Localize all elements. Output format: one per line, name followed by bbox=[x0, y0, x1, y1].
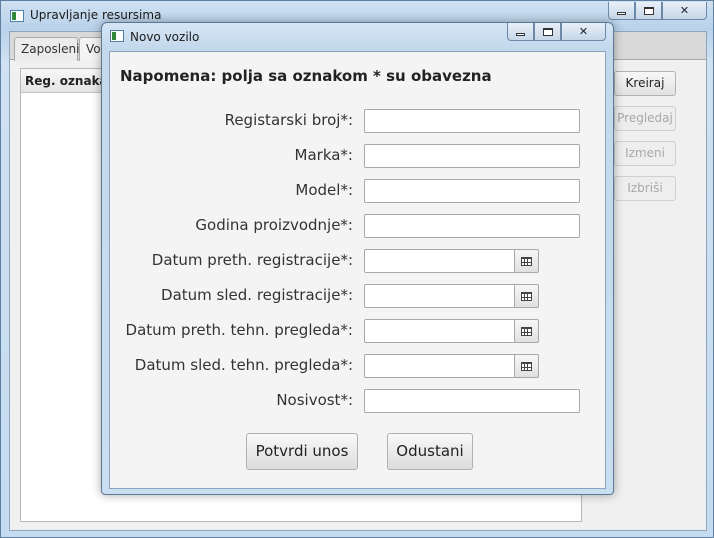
create-button[interactable]: Kreiraj bbox=[614, 71, 676, 96]
minimize-icon bbox=[516, 33, 525, 36]
calendar-icon bbox=[521, 256, 532, 266]
edit-button[interactable]: Izmeni bbox=[614, 141, 676, 166]
next-registration-calendar-button[interactable] bbox=[514, 284, 539, 308]
maximize-icon bbox=[643, 6, 654, 15]
brand-label: Marka*: bbox=[294, 146, 353, 164]
maximize-icon bbox=[542, 27, 553, 36]
required-fields-note: Napomena: polja sa oznakom * su obavezna bbox=[120, 67, 492, 85]
delete-button[interactable]: Izbriši bbox=[614, 176, 676, 201]
prev-registration-label: Datum preth. registracije*: bbox=[151, 251, 353, 269]
next-registration-label: Datum sled. registracije*: bbox=[161, 286, 353, 304]
reg-number-label: Registarski broj*: bbox=[224, 111, 353, 129]
form-row-production-year: Godina proizvodnje*: bbox=[110, 214, 607, 238]
form-row-reg-number: Registarski broj*: bbox=[110, 109, 607, 133]
dialog-close-button[interactable]: ✕ bbox=[561, 23, 606, 41]
dialog-window-icon bbox=[110, 30, 124, 42]
form-row-next-inspection: Datum sled. tehn. pregleda*: bbox=[110, 354, 607, 378]
form-row-prev-inspection: Datum preth. tehn. pregleda*: bbox=[110, 319, 607, 343]
view-button[interactable]: Pregledaj bbox=[614, 106, 676, 131]
app-window-icon bbox=[10, 10, 24, 22]
model-label: Model*: bbox=[295, 181, 353, 199]
minimize-icon bbox=[617, 12, 626, 15]
confirm-entry-button[interactable]: Potvrdi unos bbox=[246, 433, 358, 470]
close-button[interactable]: ✕ bbox=[662, 2, 707, 20]
form-row-capacity: Nosivost*: bbox=[110, 389, 607, 413]
capacity-input[interactable] bbox=[364, 389, 580, 413]
form-row-brand: Marka*: bbox=[110, 144, 607, 168]
dialog-caption-buttons: ✕ bbox=[507, 23, 606, 41]
capacity-label: Nosivost*: bbox=[276, 391, 353, 409]
prev-registration-date-input[interactable] bbox=[364, 249, 515, 273]
production-year-input[interactable] bbox=[364, 214, 580, 238]
tab-zaposleni[interactable]: Zaposleni bbox=[14, 37, 79, 61]
form-row-prev-registration: Datum preth. registracije*: bbox=[110, 249, 607, 273]
brand-input[interactable] bbox=[364, 144, 580, 168]
dialog-minimize-button[interactable] bbox=[507, 23, 534, 41]
prev-inspection-calendar-button[interactable] bbox=[514, 319, 539, 343]
next-inspection-calendar-button[interactable] bbox=[514, 354, 539, 378]
prev-registration-calendar-button[interactable] bbox=[514, 249, 539, 273]
next-registration-date-input[interactable] bbox=[364, 284, 515, 308]
next-inspection-date-input[interactable] bbox=[364, 354, 515, 378]
maximize-button[interactable] bbox=[635, 2, 662, 20]
main-caption-buttons: ✕ bbox=[608, 2, 707, 20]
model-input[interactable] bbox=[364, 179, 580, 203]
calendar-icon bbox=[521, 291, 532, 301]
dialog-title-bar[interactable]: Novo vozilo ✕ bbox=[102, 23, 613, 49]
form-row-model: Model*: bbox=[110, 179, 607, 203]
form-row-next-registration: Datum sled. registracije*: bbox=[110, 284, 607, 308]
prev-inspection-label: Datum preth. tehn. pregleda*: bbox=[125, 321, 353, 339]
new-vehicle-dialog: Novo vozilo ✕ Napomena: polja sa oznakom… bbox=[101, 22, 614, 495]
dialog-title: Novo vozilo bbox=[130, 30, 200, 44]
dialog-maximize-button[interactable] bbox=[534, 23, 561, 41]
column-header-reg-oznaka[interactable]: Reg. oznaka bbox=[21, 69, 111, 93]
close-icon: ✕ bbox=[679, 4, 690, 17]
calendar-icon bbox=[521, 361, 532, 371]
close-icon: ✕ bbox=[578, 25, 589, 38]
calendar-icon bbox=[521, 326, 532, 336]
production-year-label: Godina proizvodnje*: bbox=[195, 216, 353, 234]
reg-number-input[interactable] bbox=[364, 109, 580, 133]
dialog-body: Napomena: polja sa oznakom * su obavezna… bbox=[109, 51, 606, 489]
next-inspection-label: Datum sled. tehn. pregleda*: bbox=[134, 356, 353, 374]
prev-inspection-date-input[interactable] bbox=[364, 319, 515, 343]
cancel-button[interactable]: Odustani bbox=[387, 433, 473, 470]
minimize-button[interactable] bbox=[608, 2, 635, 20]
main-window-title: Upravljanje resursima bbox=[30, 8, 162, 22]
